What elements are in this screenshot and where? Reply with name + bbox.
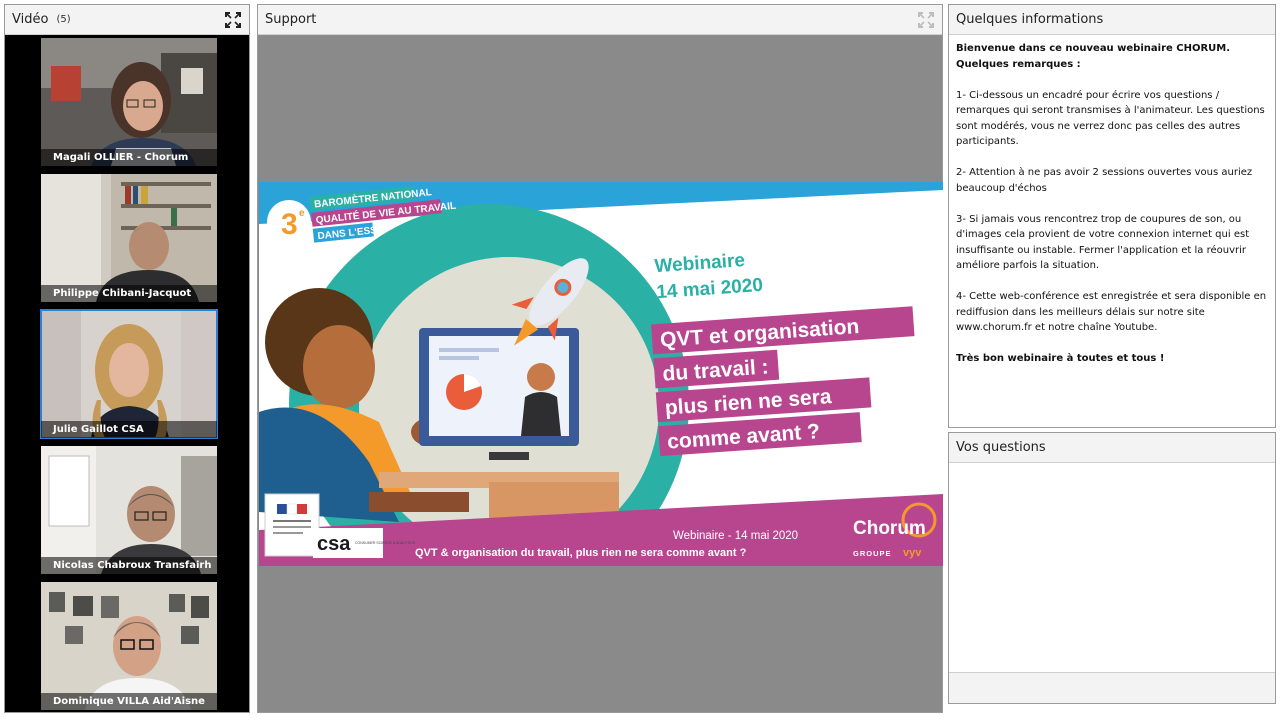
video-pane-title: Vidéo (12, 12, 49, 27)
video-tile[interactable]: Dominique VILLA Aid'Aisne (41, 582, 217, 710)
participant-name: Dominique VILLA Aid'Aisne (41, 693, 217, 710)
footer-date: Webinaire - 14 mai 2020 (673, 530, 798, 542)
question-input[interactable] (949, 464, 1275, 672)
participant-video (41, 310, 217, 438)
expand-icon[interactable] (917, 11, 935, 29)
presentation-slide: 3 e BAROMÈTRE NATIONAL QUALITÉ DE VIE AU… (259, 182, 943, 604)
brand-vyv: vyv (903, 547, 922, 559)
participant-name: Philippe Chibani-Jacquot (41, 285, 217, 302)
question-footer (949, 672, 1275, 703)
csa-subtitle: CONSUMER SCIENCE & ANALYTICS (355, 541, 416, 545)
questions-pane: Vos questions (948, 432, 1276, 704)
info-item: 4- Cette web-conférence est enregistrée … (956, 291, 1267, 333)
csa-logo: csa (317, 533, 351, 555)
info-item: 1- Ci-dessous un encadré pour écrire vos… (956, 89, 1265, 148)
video-pane: Vidéo (5) Magali OLLIER - Chorum Philipp… (4, 4, 250, 713)
footer-title: QVT & organisation du travail, plus rien… (415, 547, 747, 559)
info-body: Bienvenue dans ce nouveau webinaire CHOR… (949, 35, 1275, 388)
info-pane-header: Quelques informations (949, 5, 1275, 35)
support-pane-title: Support (265, 12, 317, 27)
participant-video (41, 446, 217, 574)
brand-logo: Chorum (853, 518, 926, 539)
participant-video (41, 38, 217, 166)
video-pane-header: Vidéo (5) (5, 5, 249, 35)
support-body: 3 e BAROMÈTRE NATIONAL QUALITÉ DE VIE AU… (258, 36, 943, 712)
info-item: 3- Si jamais vous rencontrez trop de cou… (956, 213, 1250, 272)
support-pane-header: Support (258, 5, 942, 35)
questions-pane-title: Vos questions (956, 440, 1046, 455)
badge-number: 3 (281, 208, 298, 241)
participant-name: Magali OLLIER - Chorum (41, 149, 217, 166)
video-tile[interactable]: Philippe Chibani-Jacquot (41, 174, 217, 302)
info-closing: Très bon webinaire à toutes et tous ! (956, 353, 1165, 364)
support-pane: Support 3 e BAROMÈTRE NATIONAL QUALITÉ D… (257, 4, 943, 713)
info-pane: Quelques informations Bienvenue dans ce … (948, 4, 1276, 428)
participant-name: Nicolas Chabroux Transfairh (41, 557, 217, 574)
questions-pane-header: Vos questions (949, 433, 1275, 463)
participant-video (41, 174, 217, 302)
video-tile[interactable]: Magali OLLIER - Chorum (41, 38, 217, 166)
info-item: 2- Attention à ne pas avoir 2 sessions o… (956, 167, 1253, 194)
badge-superscript: e (299, 208, 305, 219)
video-tile[interactable]: Nicolas Chabroux Transfairh (41, 446, 217, 574)
participant-video (41, 582, 217, 710)
participant-name: Julie Gaillot CSA (41, 421, 217, 438)
brand-group: GROUPE (853, 549, 892, 558)
info-pane-title: Quelques informations (956, 12, 1104, 27)
video-tile-active[interactable]: Julie Gaillot CSA (40, 309, 218, 439)
participant-count: (5) (56, 14, 71, 25)
expand-icon[interactable] (224, 11, 242, 29)
info-intro: Bienvenue dans ce nouveau webinaire CHOR… (956, 43, 1231, 70)
video-list: Magali OLLIER - Chorum Philippe Chibani-… (5, 36, 249, 712)
